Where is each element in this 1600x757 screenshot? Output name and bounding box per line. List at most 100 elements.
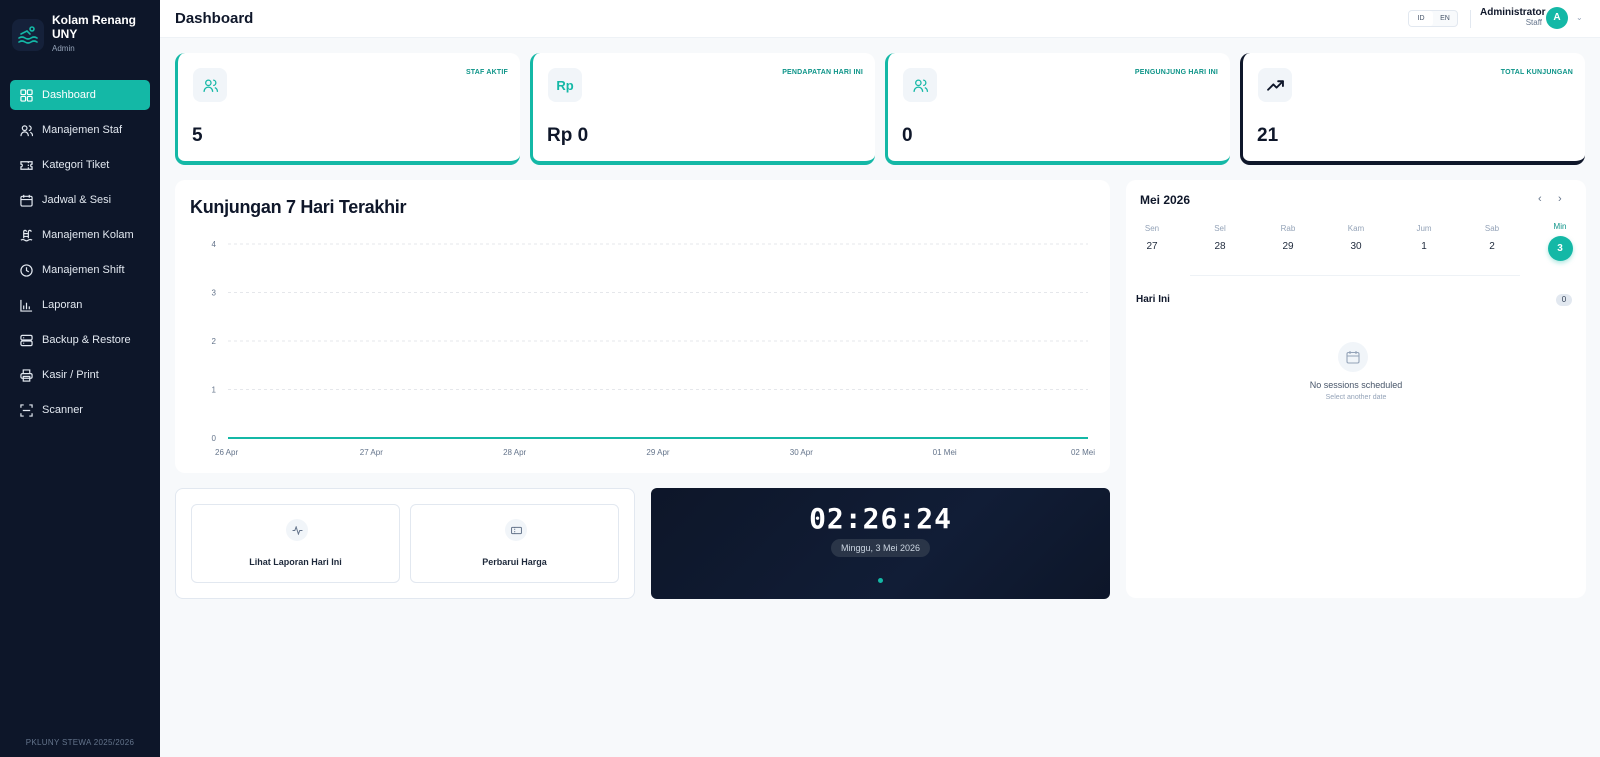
calendar-day[interactable]: Kam 30 bbox=[1336, 224, 1376, 266]
day-number: 29 bbox=[1282, 241, 1294, 252]
sidebar: Kolam Renang UNY Admin Dashboard Manajem… bbox=[0, 0, 160, 757]
x-tick-label: 02 Mei bbox=[1071, 448, 1095, 457]
day-name: Kam bbox=[1347, 224, 1365, 233]
sidebar-item-label: Laporan bbox=[42, 299, 83, 311]
day-number: 3 bbox=[1547, 236, 1573, 261]
y-tick-label: 1 bbox=[212, 386, 217, 395]
calendar-day[interactable]: Sel 28 bbox=[1200, 224, 1240, 266]
calendar-card: Mei 2026 ‹ › Sen 27 Sel 28 Rab 29 Kam 30… bbox=[1126, 180, 1586, 598]
x-tick-label: 27 Apr bbox=[360, 448, 383, 457]
sidebar-item-label: Dashboard bbox=[42, 89, 96, 101]
day-number: 30 bbox=[1350, 241, 1362, 252]
sidebar-item-manajemen-shift[interactable]: Manajemen Shift bbox=[10, 255, 150, 285]
x-tick-label: 29 Apr bbox=[646, 448, 669, 457]
day-name: Sen bbox=[1144, 224, 1160, 233]
stat-value: Rp 0 bbox=[547, 125, 589, 146]
ticket-icon bbox=[505, 519, 527, 541]
y-tick-label: 2 bbox=[212, 337, 217, 346]
users-icon bbox=[20, 124, 33, 136]
chevron-right-icon[interactable]: › bbox=[1558, 193, 1562, 205]
x-tick-label: 26 Apr bbox=[215, 448, 238, 457]
stat-value: 5 bbox=[192, 125, 203, 146]
calendar-day-today[interactable]: Min 3 bbox=[1540, 222, 1580, 261]
calendar-icon bbox=[1338, 342, 1368, 372]
stat-label: STAF AKTIF bbox=[465, 69, 508, 76]
sidebar-footer: PKLUNY STEWA 2025/2026 bbox=[25, 738, 135, 747]
view-today-report-button[interactable]: Lihat Laporan Hari Ini bbox=[191, 504, 400, 583]
sidebar-item-label: Scanner bbox=[42, 404, 83, 416]
stat-card-staf-aktif: STAF AKTIF 5 bbox=[175, 53, 520, 165]
update-price-button[interactable]: Perbarui Harga bbox=[410, 504, 619, 583]
stat-card-total-kunjungan: TOTAL KUNJUNGAN 21 bbox=[1240, 53, 1585, 165]
sidebar-item-label: Kategori Tiket bbox=[42, 159, 110, 171]
database-icon bbox=[20, 334, 33, 346]
sidebar-item-scanner[interactable]: Scanner bbox=[10, 395, 150, 425]
sidebar-item-label: Jadwal & Sesi bbox=[42, 194, 112, 206]
action-label: Perbarui Harga bbox=[482, 557, 547, 567]
divider bbox=[1190, 275, 1520, 276]
digital-clock-card: 02:26:24 Minggu, 3 Mei 2026 bbox=[651, 488, 1110, 599]
clock-date: Minggu, 3 Mei 2026 bbox=[831, 539, 930, 557]
calendar-day[interactable]: Sen 27 bbox=[1132, 224, 1172, 266]
activity-icon bbox=[286, 519, 308, 541]
sidebar-item-laporan[interactable]: Laporan bbox=[10, 290, 150, 320]
top-header: Dashboard ID EN Administrator Staff A ⌄ bbox=[160, 0, 1600, 38]
sidebar-item-dashboard[interactable]: Dashboard bbox=[10, 80, 150, 110]
visits-line-chart: 0 1 2 3 4 26 Apr 27 Apr 28 Apr 29 Apr 30 Apr 01 Me… bbox=[212, 240, 1096, 457]
calendar-day[interactable]: Sab 2 bbox=[1472, 224, 1512, 266]
lang-id-button[interactable]: ID bbox=[1409, 11, 1433, 26]
day-name: Jum bbox=[1416, 224, 1432, 233]
day-name: Min bbox=[1553, 222, 1567, 231]
bar-chart-icon bbox=[20, 299, 33, 312]
sidebar-nav: Dashboard Manajemen Staf Kategori Tiket … bbox=[10, 80, 150, 430]
y-tick-label: 0 bbox=[212, 434, 217, 443]
day-name: Rab bbox=[1280, 224, 1296, 233]
x-tick-label: 28 Apr bbox=[503, 448, 526, 457]
x-tick-label: 30 Apr bbox=[790, 448, 813, 457]
day-number: 1 bbox=[1421, 241, 1427, 252]
users-icon bbox=[193, 68, 227, 102]
x-tick-label: 01 Mei bbox=[933, 448, 957, 457]
lang-en-button[interactable]: EN bbox=[1433, 11, 1457, 26]
day-name: Sab bbox=[1484, 224, 1500, 233]
y-tick-label: 4 bbox=[212, 240, 217, 249]
header-divider bbox=[1470, 10, 1471, 28]
stat-card-pengunjung: PENGUNJUNG HARI INI 0 bbox=[885, 53, 1230, 165]
language-switcher: ID EN bbox=[1408, 10, 1458, 27]
dashboard-icon bbox=[20, 88, 33, 102]
swim-logo-icon bbox=[12, 19, 44, 51]
brand-role: Admin bbox=[52, 44, 75, 53]
calendar-day[interactable]: Rab 29 bbox=[1268, 224, 1308, 266]
page-title: Dashboard bbox=[175, 10, 254, 27]
sidebar-item-manajemen-staf[interactable]: Manajemen Staf bbox=[10, 115, 150, 145]
calendar-icon bbox=[20, 194, 33, 207]
visits-chart-card: Kunjungan 7 Hari Terakhir 0 1 2 3 4 26 Apr 27 … bbox=[175, 180, 1110, 473]
day-name: Sel bbox=[1214, 224, 1226, 233]
chevron-down-icon[interactable]: ⌄ bbox=[1576, 13, 1583, 22]
stat-label: PENGUNJUNG HARI INI bbox=[1134, 69, 1218, 76]
sidebar-item-label: Kasir / Print bbox=[42, 369, 99, 381]
brand: Kolam Renang UNY Admin bbox=[12, 13, 142, 53]
empty-state-title: No sessions scheduled bbox=[1309, 380, 1403, 390]
sidebar-item-jadwal-sesi[interactable]: Jadwal & Sesi bbox=[10, 185, 150, 215]
sidebar-item-manajemen-kolam[interactable]: Manajemen Kolam bbox=[10, 220, 150, 250]
sidebar-item-kategori-tiket[interactable]: Kategori Tiket bbox=[10, 150, 150, 180]
chevron-left-icon[interactable]: ‹ bbox=[1538, 193, 1542, 205]
day-number: 27 bbox=[1146, 241, 1158, 252]
rupiah-icon: Rp bbox=[548, 68, 582, 102]
users-icon bbox=[903, 68, 937, 102]
stat-value: 21 bbox=[1257, 125, 1279, 146]
calendar-day[interactable]: Jum 1 bbox=[1404, 224, 1444, 266]
clock-icon bbox=[20, 263, 33, 277]
empty-state-subtitle: Select another date bbox=[1325, 394, 1387, 401]
sidebar-item-label: Manajemen Staf bbox=[42, 124, 123, 136]
quick-actions-card: Lihat Laporan Hari Ini Perbarui Harga bbox=[175, 488, 635, 599]
sidebar-item-label: Manajemen Kolam bbox=[42, 229, 134, 241]
sidebar-item-kasir-print[interactable]: Kasir / Print bbox=[10, 360, 150, 390]
action-label: Lihat Laporan Hari Ini bbox=[249, 557, 342, 567]
today-sessions-label: Hari Ini bbox=[1136, 294, 1170, 305]
sidebar-item-backup-restore[interactable]: Backup & Restore bbox=[10, 325, 150, 355]
stat-label: TOTAL KUNJUNGAN bbox=[1500, 69, 1573, 76]
stat-card-pendapatan: Rp PENDAPATAN HARI INI Rp 0 bbox=[530, 53, 875, 165]
avatar[interactable]: A bbox=[1546, 7, 1568, 29]
